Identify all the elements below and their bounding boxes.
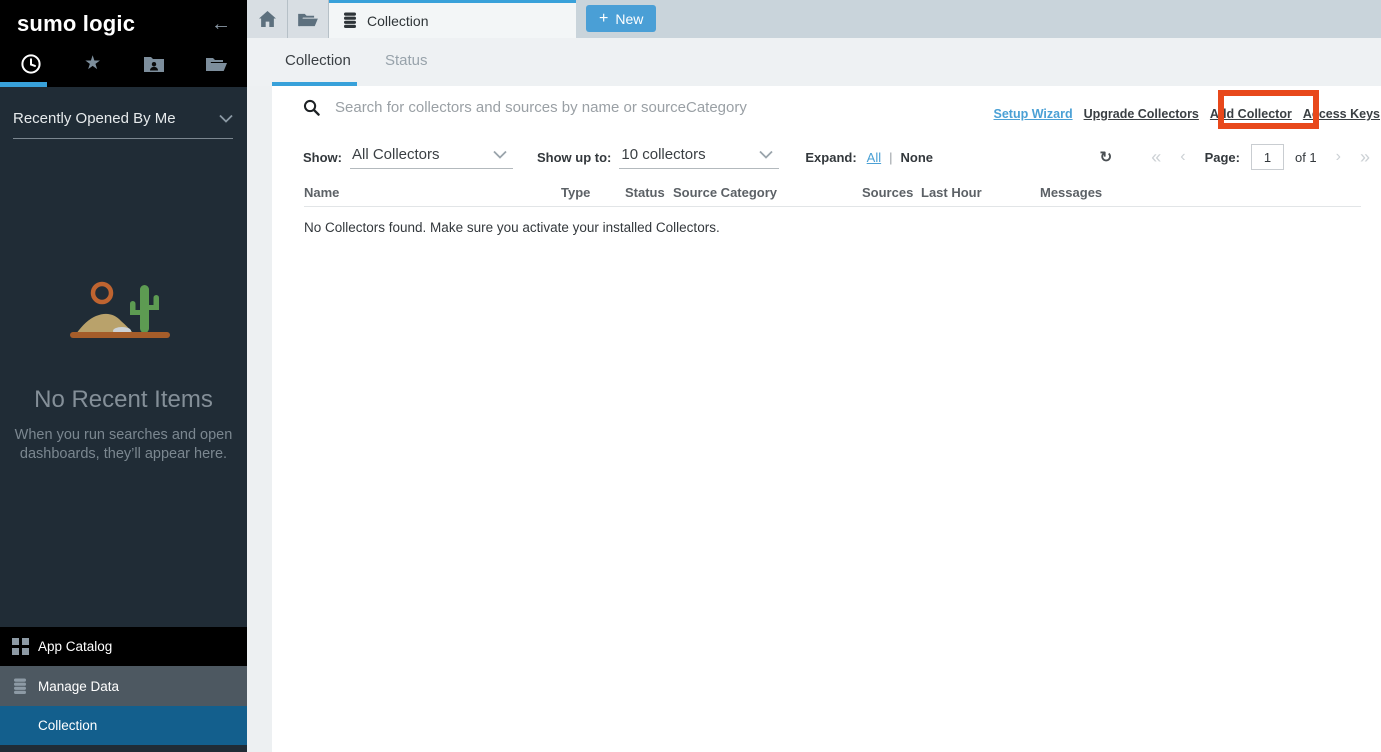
collection-content: Setup Wizard Upgrade Collectors Add Coll… — [272, 86, 1381, 752]
setup-wizard-link[interactable]: Setup Wizard — [994, 107, 1073, 121]
add-collector-link[interactable]: Add Collector — [1210, 107, 1292, 121]
collectors-table-header: Name Type Status Source Category Sources… — [304, 185, 1361, 207]
access-keys-link[interactable]: Access Keys — [1303, 107, 1380, 121]
sidebar-item-label: Collection — [38, 718, 97, 733]
page-count-label: of 1 — [1295, 150, 1317, 165]
grid-icon — [12, 638, 38, 655]
column-header-messages: Messages — [1040, 185, 1102, 200]
top-tab-strip: Collection + New — [247, 0, 1381, 38]
filter-row: Show: All Collectors Show up to: 10 coll… — [303, 141, 1370, 173]
chevron-down-icon — [493, 150, 507, 159]
no-recent-items-subtitle: When you run searches and open dashboard… — [13, 426, 235, 464]
column-header-sources: Sources — [862, 185, 913, 200]
shared-folder-user-icon[interactable] — [124, 40, 186, 87]
recents-clock-icon[interactable] — [0, 40, 62, 87]
sidebar-item-manage-data[interactable]: Manage Data — [0, 666, 247, 706]
search-box — [303, 99, 1046, 116]
subtab-status[interactable]: Status — [385, 52, 428, 69]
search-input[interactable] — [335, 99, 1046, 116]
sidebar-bottom-menu: App Catalog Manage Data Collection — [0, 627, 247, 745]
column-header-last-hour: Last Hour — [921, 185, 982, 200]
limit-filter-select[interactable]: 10 collectors — [619, 146, 779, 169]
sidebar-item-app-catalog[interactable]: App Catalog — [0, 627, 247, 666]
sumo-logic-logo: sumo logic — [17, 11, 135, 37]
subtab-collection[interactable]: Collection — [285, 52, 351, 69]
no-recent-items-title: No Recent Items — [0, 386, 247, 414]
database-icon — [12, 678, 38, 695]
column-header-type: Type — [561, 185, 590, 200]
tab-collection[interactable]: Collection — [329, 0, 576, 38]
tab-label: Collection — [367, 13, 428, 29]
sidebar-body: Recently Opened By Me No Recent Items Wh… — [0, 87, 247, 752]
sidebar-item-collection[interactable]: Collection — [0, 706, 247, 745]
recent-items-filter-dropdown[interactable]: Recently Opened By Me — [13, 110, 233, 139]
sidebar-item-label: Manage Data — [38, 679, 119, 694]
sidebar-icon-nav: ★ — [0, 40, 247, 87]
empty-collectors-message: No Collectors found. Make sure you activ… — [304, 220, 720, 235]
recent-filter-label: Recently Opened By Me — [13, 110, 176, 127]
show-filter-label: Show: — [303, 150, 342, 165]
database-icon — [342, 12, 358, 29]
next-page-icon[interactable]: › — [1336, 149, 1341, 165]
sidebar-header: sumo logic ← ★ — [0, 0, 247, 87]
chevron-down-icon — [759, 150, 773, 159]
column-header-name: Name — [304, 185, 339, 200]
last-page-icon[interactable]: » — [1360, 148, 1370, 166]
limit-filter-value: 10 collectors — [621, 146, 705, 163]
collector-action-links: Setup Wizard Upgrade Collectors Add Coll… — [994, 107, 1380, 121]
folder-tab-button[interactable] — [288, 0, 329, 38]
refresh-icon[interactable]: ↻ — [1100, 148, 1113, 166]
column-header-status: Status — [625, 185, 665, 200]
page-number-input[interactable] — [1251, 144, 1284, 170]
left-sidebar: sumo logic ← ★ Recently Opened By Me — [0, 0, 247, 752]
expand-divider: | — [889, 150, 892, 165]
show-filter-select[interactable]: All Collectors — [350, 146, 513, 169]
first-page-icon[interactable]: « — [1151, 148, 1161, 166]
search-icon — [303, 99, 320, 116]
home-icon — [259, 11, 276, 27]
column-header-source-category: Source Category — [673, 185, 777, 200]
subtab-row: Collection Status — [247, 38, 1381, 86]
sidebar-item-label: App Catalog — [38, 639, 112, 654]
new-button-label: New — [615, 11, 643, 27]
previous-page-icon[interactable]: ‹ — [1180, 149, 1185, 165]
personal-folder-icon[interactable] — [185, 40, 247, 87]
pagination-controls: ↻ « ‹ Page: of 1 › » — [1100, 144, 1370, 170]
new-button[interactable]: + New — [586, 5, 656, 32]
expand-none-link[interactable]: None — [901, 150, 934, 165]
desert-cactus-illustration — [64, 277, 184, 355]
expand-all-link[interactable]: All — [867, 150, 881, 165]
chevron-down-icon — [219, 114, 233, 123]
upgrade-collectors-link[interactable]: Upgrade Collectors — [1084, 107, 1199, 121]
plus-icon: + — [599, 11, 608, 27]
home-tab-button[interactable] — [247, 0, 288, 38]
folder-open-icon — [298, 12, 318, 27]
limit-filter-label: Show up to: — [537, 150, 611, 165]
favorites-star-icon[interactable]: ★ — [62, 40, 124, 87]
expand-controls: Expand: All | None — [805, 150, 933, 165]
page-label: Page: — [1205, 150, 1240, 165]
content-gutter — [247, 86, 272, 752]
collapse-sidebar-icon[interactable]: ← — [211, 14, 231, 34]
show-filter-value: All Collectors — [352, 146, 440, 163]
expand-label: Expand: — [805, 150, 856, 165]
